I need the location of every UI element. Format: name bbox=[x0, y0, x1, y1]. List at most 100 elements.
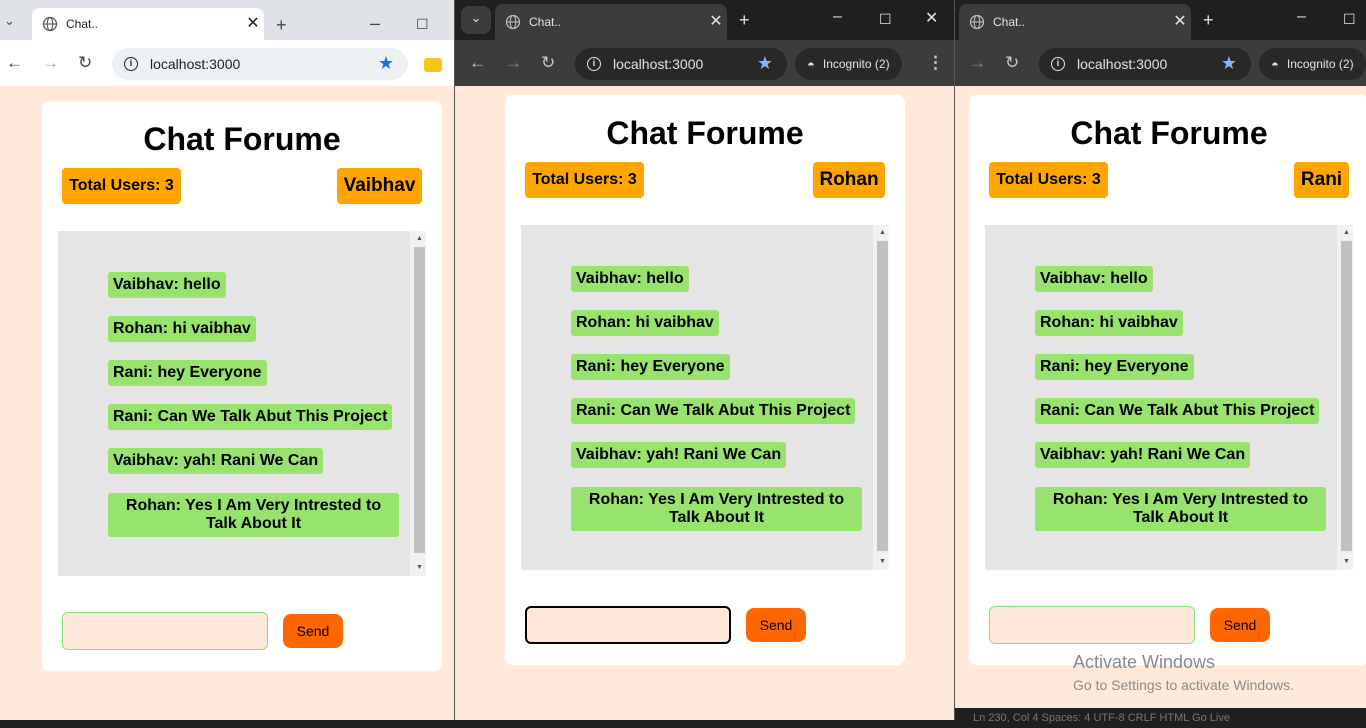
minimize-icon[interactable]: – bbox=[1297, 9, 1306, 25]
tab-chat[interactable]: Chat.. ✕ bbox=[32, 8, 264, 40]
chat-scrollbar[interactable]: ▲ ▼ bbox=[1337, 225, 1353, 570]
page-title: Chat Forume bbox=[606, 115, 804, 151]
new-tab-icon[interactable]: + bbox=[739, 11, 750, 29]
toolbar: → ↻ i localhost:3000 ★ ◓ Incognito (2) bbox=[955, 40, 1366, 86]
message-input[interactable] bbox=[62, 612, 268, 650]
site-info-icon[interactable]: i bbox=[1051, 57, 1065, 71]
status-bar: Ln 230, Col 4 Spaces: 4 UTF-8 CRLF HTML … bbox=[955, 708, 1366, 728]
scroll-up-arrow-icon[interactable]: ▲ bbox=[414, 233, 425, 245]
site-info-icon[interactable]: i bbox=[124, 57, 138, 71]
back-icon[interactable]: ← bbox=[469, 54, 486, 72]
browser-window-3: Chat.. ✕ + – ☐ → ↻ i localhost:3000 ★ ◓ … bbox=[955, 0, 1366, 708]
site-info-icon[interactable]: i bbox=[587, 57, 601, 71]
total-users-badge: Total Users: 3 bbox=[62, 168, 181, 204]
message: Rani: Can We Talk Abut This Project bbox=[108, 404, 393, 430]
menu-kebab-icon[interactable]: ⋮ bbox=[927, 54, 944, 72]
message-input[interactable] bbox=[989, 606, 1195, 644]
message: Vaibhav: yah! Rani We Can bbox=[108, 448, 324, 474]
browser-window-1: ⌄ Chat.. ✕ + – ☐ ← → ↻ i localhost:3000 … bbox=[0, 0, 454, 720]
chat-card: Chat Forume Total Users: 3 Rohan Vaibhav… bbox=[505, 95, 905, 665]
globe-icon bbox=[969, 14, 985, 30]
send-button[interactable]: Send bbox=[1210, 608, 1270, 642]
maximize-icon[interactable]: ☐ bbox=[1343, 11, 1356, 27]
scroll-down-arrow-icon[interactable]: ▼ bbox=[877, 556, 888, 568]
incognito-icon: ◓ bbox=[1271, 56, 1279, 72]
message: Vaibhav: yah! Rani We Can bbox=[571, 442, 787, 468]
chat-card: Chat Forume Total Users: 3 Rani Vaibhav:… bbox=[969, 95, 1366, 665]
forward-icon[interactable]: → bbox=[505, 54, 522, 72]
minimize-icon[interactable]: – bbox=[833, 9, 842, 25]
message: Rohan: hi vaibhav bbox=[571, 310, 719, 336]
bookmark-star-icon[interactable]: ★ bbox=[1221, 54, 1237, 72]
message: Vaibhav: yah! Rani We Can bbox=[1035, 442, 1251, 468]
tab-chat[interactable]: Chat.. ✕ bbox=[495, 4, 727, 40]
forward-icon[interactable]: → bbox=[969, 54, 986, 72]
username-badge: Vaibhav bbox=[337, 168, 422, 204]
close-tab-icon[interactable]: ✕ bbox=[705, 14, 727, 30]
close-tab-icon[interactable]: ✕ bbox=[242, 16, 264, 32]
minimize-icon[interactable]: – bbox=[370, 14, 380, 32]
incognito-indicator[interactable]: ◓ Incognito (2) bbox=[1259, 48, 1366, 80]
message: Rani: Can We Talk Abut This Project bbox=[1035, 398, 1320, 424]
maximize-icon[interactable]: ☐ bbox=[416, 15, 429, 33]
close-tab-icon[interactable]: ✕ bbox=[1169, 14, 1191, 30]
page-title: Chat Forume bbox=[1070, 115, 1268, 151]
incognito-indicator[interactable]: ◓ Incognito (2) bbox=[795, 48, 902, 80]
forward-icon[interactable]: → bbox=[42, 54, 59, 72]
chat-messages[interactable]: Vaibhav: hello Rohan: hi vaibhav Rani: h… bbox=[58, 231, 426, 576]
toolbar: ← → ↻ i localhost:3000 ★ bbox=[0, 40, 454, 86]
chat-messages[interactable]: Vaibhav: hello Rohan: hi vaibhav Rani: h… bbox=[521, 225, 889, 570]
send-button[interactable]: Send bbox=[746, 608, 806, 642]
message: Rohan: Yes I Am Very Intrested to Talk A… bbox=[108, 493, 399, 537]
reload-icon[interactable]: ↻ bbox=[78, 54, 92, 72]
message-input[interactable] bbox=[525, 606, 731, 644]
chat-messages[interactable]: Vaibhav: hello Rohan: hi vaibhav Rani: h… bbox=[985, 225, 1353, 570]
reload-icon[interactable]: ↻ bbox=[541, 54, 555, 72]
tab-bar: Chat.. ✕ + – ☐ bbox=[955, 0, 1366, 40]
close-window-icon[interactable]: ✕ bbox=[925, 11, 938, 27]
message: Rohan: Yes I Am Very Intrested to Talk A… bbox=[571, 487, 862, 531]
bookmark-star-icon[interactable]: ★ bbox=[757, 54, 773, 72]
activate-windows-subtitle: Go to Settings to activate Windows. bbox=[1073, 677, 1294, 693]
tab-search-chevron-icon[interactable]: ⌄ bbox=[461, 6, 491, 34]
new-tab-icon[interactable]: + bbox=[1203, 11, 1214, 29]
username-badge: Rohan bbox=[813, 162, 885, 198]
activate-windows-title: Activate Windows bbox=[1073, 652, 1216, 672]
reload-icon[interactable]: ↻ bbox=[1005, 54, 1019, 72]
chat-scrollbar[interactable]: ▲ ▼ bbox=[873, 225, 889, 570]
back-icon[interactable]: ← bbox=[6, 54, 23, 72]
bookmark-star-icon[interactable]: ★ bbox=[378, 54, 394, 72]
scroll-thumb[interactable] bbox=[877, 241, 888, 551]
send-button[interactable]: Send bbox=[283, 614, 343, 648]
page-content: Chat Forume Total Users: 3 Rohan Vaibhav… bbox=[455, 86, 954, 720]
message: Rohan: Yes I Am Very Intrested to Talk A… bbox=[1035, 487, 1326, 531]
scroll-down-arrow-icon[interactable]: ▼ bbox=[1341, 556, 1352, 568]
new-tab-icon[interactable]: + bbox=[276, 16, 287, 34]
address-bar[interactable]: i localhost:3000 ★ bbox=[575, 48, 787, 80]
address-bar[interactable]: i localhost:3000 ★ bbox=[112, 48, 408, 80]
extension-icon[interactable] bbox=[424, 58, 442, 72]
maximize-icon[interactable]: ☐ bbox=[879, 11, 892, 27]
incognito-label: Incognito (2) bbox=[822, 57, 890, 71]
message: Rohan: hi vaibhav bbox=[108, 316, 256, 342]
tab-title: Chat.. bbox=[993, 15, 1026, 29]
message: Vaibhav: hello bbox=[108, 272, 226, 298]
address-bar[interactable]: i localhost:3000 ★ bbox=[1039, 48, 1251, 80]
page-content: Chat Forume Total Users: 3 Rani Vaibhav:… bbox=[955, 86, 1366, 708]
scroll-up-arrow-icon[interactable]: ▲ bbox=[1341, 227, 1352, 239]
url-text: localhost:3000 bbox=[150, 56, 241, 72]
globe-icon bbox=[42, 16, 58, 32]
message: Rani: hey Everyone bbox=[571, 354, 730, 380]
message: Rani: Can We Talk Abut This Project bbox=[571, 398, 856, 424]
chat-scrollbar[interactable]: ▲ ▼ bbox=[410, 231, 426, 576]
scroll-thumb[interactable] bbox=[1341, 241, 1352, 551]
tab-chat[interactable]: Chat.. ✕ bbox=[959, 4, 1191, 40]
tab-bar: ⌄ Chat.. ✕ + – ☐ bbox=[0, 0, 454, 40]
total-users-badge: Total Users: 3 bbox=[525, 162, 644, 198]
tab-search-chevron-icon[interactable]: ⌄ bbox=[4, 12, 15, 30]
total-users-badge: Total Users: 3 bbox=[989, 162, 1108, 198]
tab-title: Chat.. bbox=[529, 15, 562, 29]
scroll-up-arrow-icon[interactable]: ▲ bbox=[877, 227, 888, 239]
scroll-down-arrow-icon[interactable]: ▼ bbox=[414, 562, 425, 574]
scroll-thumb[interactable] bbox=[414, 247, 425, 553]
